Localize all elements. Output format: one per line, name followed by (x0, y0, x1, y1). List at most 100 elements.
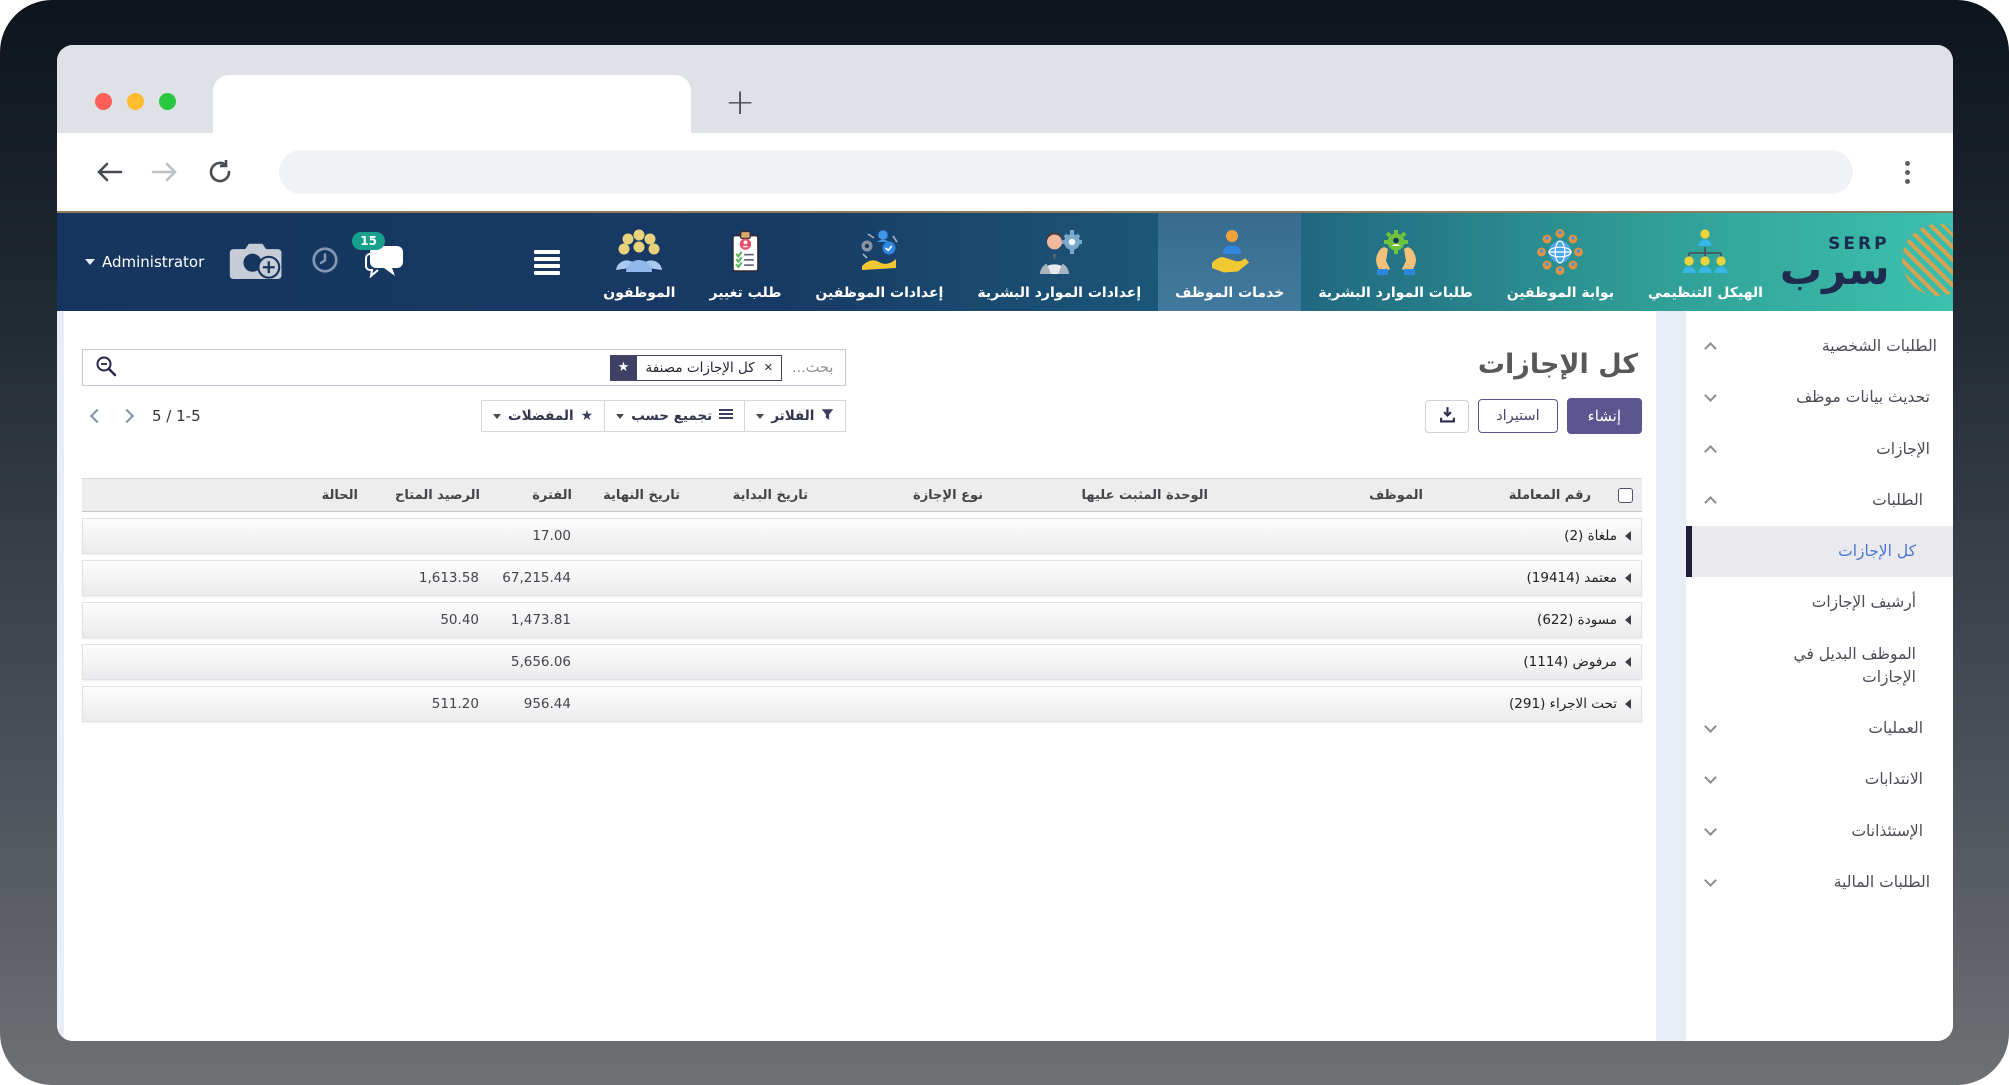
nav-item-employee-services[interactable]: خدمات الموظف (1158, 213, 1301, 311)
browser-tab-strip: + (57, 45, 1953, 133)
search-icon (95, 355, 117, 381)
window-controls (95, 93, 176, 110)
forward-icon[interactable] (151, 160, 179, 184)
sidebar-item-label: الانتدابات (1865, 768, 1923, 791)
browser-toolbar (57, 133, 1953, 211)
close-window-button[interactable] (95, 93, 112, 110)
column-header-end-date[interactable]: تاريخ النهاية (581, 488, 689, 503)
group-label: ملغاة (2) (1564, 528, 1617, 544)
sidebar-item-5[interactable]: أرشيف الإجازات (1686, 577, 1953, 628)
expand-group-icon[interactable] (1625, 657, 1631, 667)
create-button[interactable]: إنشاء (1567, 398, 1642, 434)
filter-icon (821, 408, 834, 425)
nav-item-employees[interactable]: الموظفون (586, 213, 692, 311)
sidebar-item-label: تحديث بيانات موظف (1796, 386, 1930, 409)
column-header-start-date[interactable]: تاريخ البداية (689, 488, 817, 503)
sidebar-item-0[interactable]: الطلبات الشخصية (1686, 321, 1953, 372)
favorites-dropdown[interactable]: ★ المفضلات (481, 400, 605, 432)
pager-prev-icon[interactable] (90, 409, 104, 423)
nav-item-employees-portal[interactable]: بوابة الموظفين (1490, 213, 1631, 311)
column-header-assigned-unit[interactable]: الوحدة المثبت عليها (992, 488, 1217, 503)
group-row[interactable]: معتمد (19414)67,215.441,613.58 (82, 560, 1642, 596)
sidebar-item-1[interactable]: تحديث بيانات موظف (1686, 372, 1953, 423)
chevron-down-icon (85, 259, 95, 265)
chevron-down-icon (1704, 772, 1717, 785)
period-total: 956.44 (488, 696, 580, 712)
sidebar-item-8[interactable]: الانتدابات (1686, 754, 1953, 805)
page-title: كل الإجازات (1478, 349, 1638, 381)
sidebar-item-10[interactable]: الطلبات المالية (1686, 857, 1953, 908)
column-header-employee[interactable]: الموظف (1217, 488, 1432, 503)
pager: 5 / 1-5 (82, 407, 201, 425)
column-header-available-balance[interactable]: الرصيد المتاح (367, 488, 489, 503)
serp-logo[interactable]: SERP سرب (1780, 213, 1953, 311)
column-header-status[interactable]: الحالة (259, 488, 367, 503)
logo-mark-icon (1900, 222, 1953, 302)
org-structure-icon (1681, 228, 1729, 280)
nav-item-label: طلبات الموارد البشرية (1318, 285, 1472, 301)
search-input[interactable]: ★ كل الإجازات مصنفة ✕ بحث... (82, 349, 846, 386)
nav-item-change-request[interactable]: طلب تغيير (692, 213, 798, 311)
user-cluster: Administrator 15 (57, 213, 406, 311)
notifications-icon[interactable]: 15 (364, 242, 406, 282)
nav-item-label: الموظفون (603, 285, 675, 301)
column-header-period[interactable]: الفترة (489, 488, 581, 503)
maximize-window-button[interactable] (159, 93, 176, 110)
export-button[interactable] (1425, 400, 1469, 433)
sidebar-item-9[interactable]: الإستئذانات (1686, 806, 1953, 857)
sidebar-item-3[interactable]: الطلبات (1686, 475, 1953, 526)
download-icon (1439, 406, 1456, 426)
group-row[interactable]: تحت الاجراء (291)956.44511.20 (82, 686, 1642, 722)
nav-item-label: إعدادات الموظفين (815, 285, 943, 301)
nav-item-hr-settings[interactable]: إعدادات الموارد البشرية (960, 213, 1158, 311)
balance-total: 1,613.58 (366, 570, 488, 586)
select-all-checkbox[interactable] (1618, 488, 1633, 503)
column-header-transaction-number[interactable]: رقم المعاملة (1432, 488, 1600, 503)
pager-next-icon[interactable] (120, 409, 134, 423)
sidebar-item-all-leaves[interactable]: كل الإجازات (1686, 526, 1953, 577)
sidebar-item-2[interactable]: الإجازات (1686, 424, 1953, 475)
address-bar[interactable] (279, 150, 1853, 194)
new-tab-button[interactable]: + (725, 85, 755, 121)
nav-item-label: طلب تغيير (709, 285, 781, 301)
group-row[interactable]: مسودة (622)1,473.8150.40 (82, 602, 1642, 638)
nav-item-org-structure[interactable]: الهيكل التنظيمي (1631, 213, 1780, 311)
minimize-window-button[interactable] (127, 93, 144, 110)
sidebar-item-label: الطلبات المالية (1834, 871, 1930, 894)
apps-menu-icon[interactable] (534, 250, 560, 275)
import-button[interactable]: استيراد (1478, 399, 1557, 433)
chevron-up-icon (1704, 342, 1717, 355)
column-header-leave-type[interactable]: نوع الإجازة (817, 488, 992, 503)
expand-group-icon[interactable] (1625, 531, 1631, 541)
chevron-down-icon (616, 414, 624, 419)
clock-icon[interactable] (310, 245, 340, 279)
sidebar-item-6[interactable]: الموظف البديل في الإجازات (1686, 629, 1953, 704)
employee-services-icon (1206, 228, 1254, 280)
star-icon: ★ (581, 408, 594, 424)
camera-icon[interactable] (228, 237, 286, 287)
nav-item-employee-settings[interactable]: إعدادات الموظفين (798, 213, 960, 311)
search-facet[interactable]: ★ كل الإجازات مصنفة ✕ (610, 355, 782, 381)
browser-tab[interactable] (213, 75, 691, 133)
group-row[interactable]: مرفوض (1114)5,656.06 (82, 644, 1642, 680)
expand-group-icon[interactable] (1625, 615, 1631, 625)
facet-remove-icon[interactable]: ✕ (764, 361, 781, 374)
sidebar-item-label: الطلبات (1872, 489, 1923, 512)
back-icon[interactable] (95, 160, 123, 184)
group-label: مسودة (622) (1537, 612, 1617, 628)
browser-window: + Administrator (57, 45, 1953, 1041)
browser-menu-icon[interactable] (1899, 157, 1915, 188)
filters-dropdown[interactable]: الفلاتر (744, 400, 846, 432)
group-label-cell: تحت الاجراء (291) (580, 696, 1641, 712)
sidebar-item-7[interactable]: العمليات (1686, 703, 1953, 754)
group-label: معتمد (19414) (1526, 570, 1617, 586)
reload-icon[interactable] (207, 159, 233, 185)
nav-item-hr-requests[interactable]: طلبات الموارد البشرية (1301, 213, 1489, 311)
chevron-down-icon (1704, 390, 1717, 403)
user-menu[interactable]: Administrator (85, 253, 204, 271)
group-row[interactable]: ملغاة (2)17.00 (82, 518, 1642, 554)
group-by-dropdown[interactable]: تجميع حسب (604, 400, 745, 432)
hr-requests-icon (1372, 228, 1420, 280)
expand-group-icon[interactable] (1625, 699, 1631, 709)
expand-group-icon[interactable] (1625, 573, 1631, 583)
